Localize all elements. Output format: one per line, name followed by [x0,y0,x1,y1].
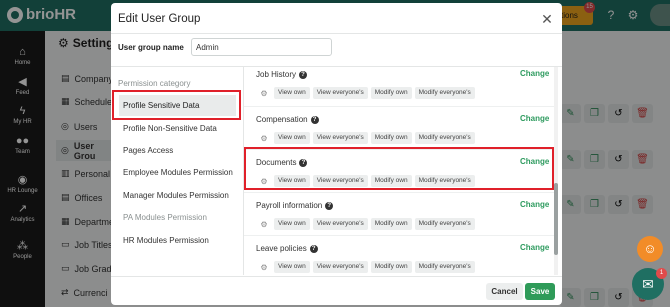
category-employee-modules-permission[interactable]: Employee Modules Permission [119,162,236,183]
divider [244,106,556,107]
permission-name: Leave policies? [256,244,318,253]
change-link[interactable]: Change [520,114,549,123]
gear-icon: ⚙ [260,133,268,143]
chip-modify-everyones[interactable]: Modify everyone's [414,218,475,230]
permission-name: Compensation? [256,115,319,124]
save-button[interactable]: Save [525,283,555,300]
scrollbar-thumb[interactable] [554,183,558,255]
edit-user-group-modal: Edit User Group ✕ User group name Permis… [111,3,562,305]
category-profile-non-sensitive-data[interactable]: Profile Non-Sensitive Data [119,118,236,139]
help-person-icon[interactable]: ☺ [637,236,663,262]
permission-name: Job History? [256,70,308,79]
divider [111,276,562,277]
chip-view-own[interactable]: View own [274,261,310,273]
category-pages-access[interactable]: Pages Access [119,140,236,161]
permission-chips: ⚙ View own View everyone's Modify own Mo… [259,87,475,99]
question-icon[interactable]: ? [299,70,308,79]
question-icon[interactable]: ? [325,201,334,210]
chip-view-everyones[interactable]: View everyone's [312,87,368,99]
permission-name: Payroll information? [256,201,334,210]
chip-view-own[interactable]: View own [274,218,310,230]
chip-view-everyones[interactable]: View everyone's [312,218,368,230]
chip-view-own[interactable]: View own [274,132,310,144]
close-icon[interactable]: ✕ [539,11,555,27]
chip-modify-everyones[interactable]: Modify everyone's [414,261,475,273]
divider [244,235,556,236]
question-icon[interactable]: ? [309,244,318,253]
modal-title: Edit User Group [118,13,201,25]
category-hr-modules-permission[interactable]: HR Modules Permission [119,230,236,251]
highlight-box [244,147,554,190]
chip-modify-everyones[interactable]: Modify everyone's [414,132,475,144]
gear-icon: ⚙ [260,219,268,229]
chip-modify-own[interactable]: Modify own [370,87,412,99]
change-link[interactable]: Change [520,69,549,78]
category-manager-modules-permission[interactable]: Manager Modules Permission [119,185,236,206]
question-icon[interactable]: ? [310,115,319,124]
change-link[interactable]: Change [520,243,549,252]
divider [244,192,556,193]
permission-chips: ⚙ View own View everyone's Modify own Mo… [259,218,475,230]
group-name-input[interactable] [191,38,332,56]
permission-category-heading: Permission category [118,79,191,88]
chip-modify-everyones[interactable]: Modify everyone's [414,87,475,99]
change-link[interactable]: Change [520,200,549,209]
gear-icon: ⚙ [260,88,268,98]
chip-view-everyones[interactable]: View everyone's [312,261,368,273]
group-name-label: User group name [118,43,184,52]
chip-modify-own[interactable]: Modify own [370,132,412,144]
gear-icon: ⚙ [260,262,268,272]
permission-chips: ⚙ View own View everyone's Modify own Mo… [259,261,475,273]
chat-badge: 1 [656,268,667,279]
chip-view-everyones[interactable]: View everyone's [312,132,368,144]
category-pa-modules-permission[interactable]: PA Modules Permission [119,207,236,228]
chip-modify-own[interactable]: Modify own [370,218,412,230]
permission-chips: ⚙ View own View everyone's Modify own Mo… [259,132,475,144]
divider [111,33,562,34]
chip-view-own[interactable]: View own [274,87,310,99]
cancel-button[interactable]: Cancel [486,283,523,300]
highlight-box [112,90,241,120]
chip-modify-own[interactable]: Modify own [370,261,412,273]
